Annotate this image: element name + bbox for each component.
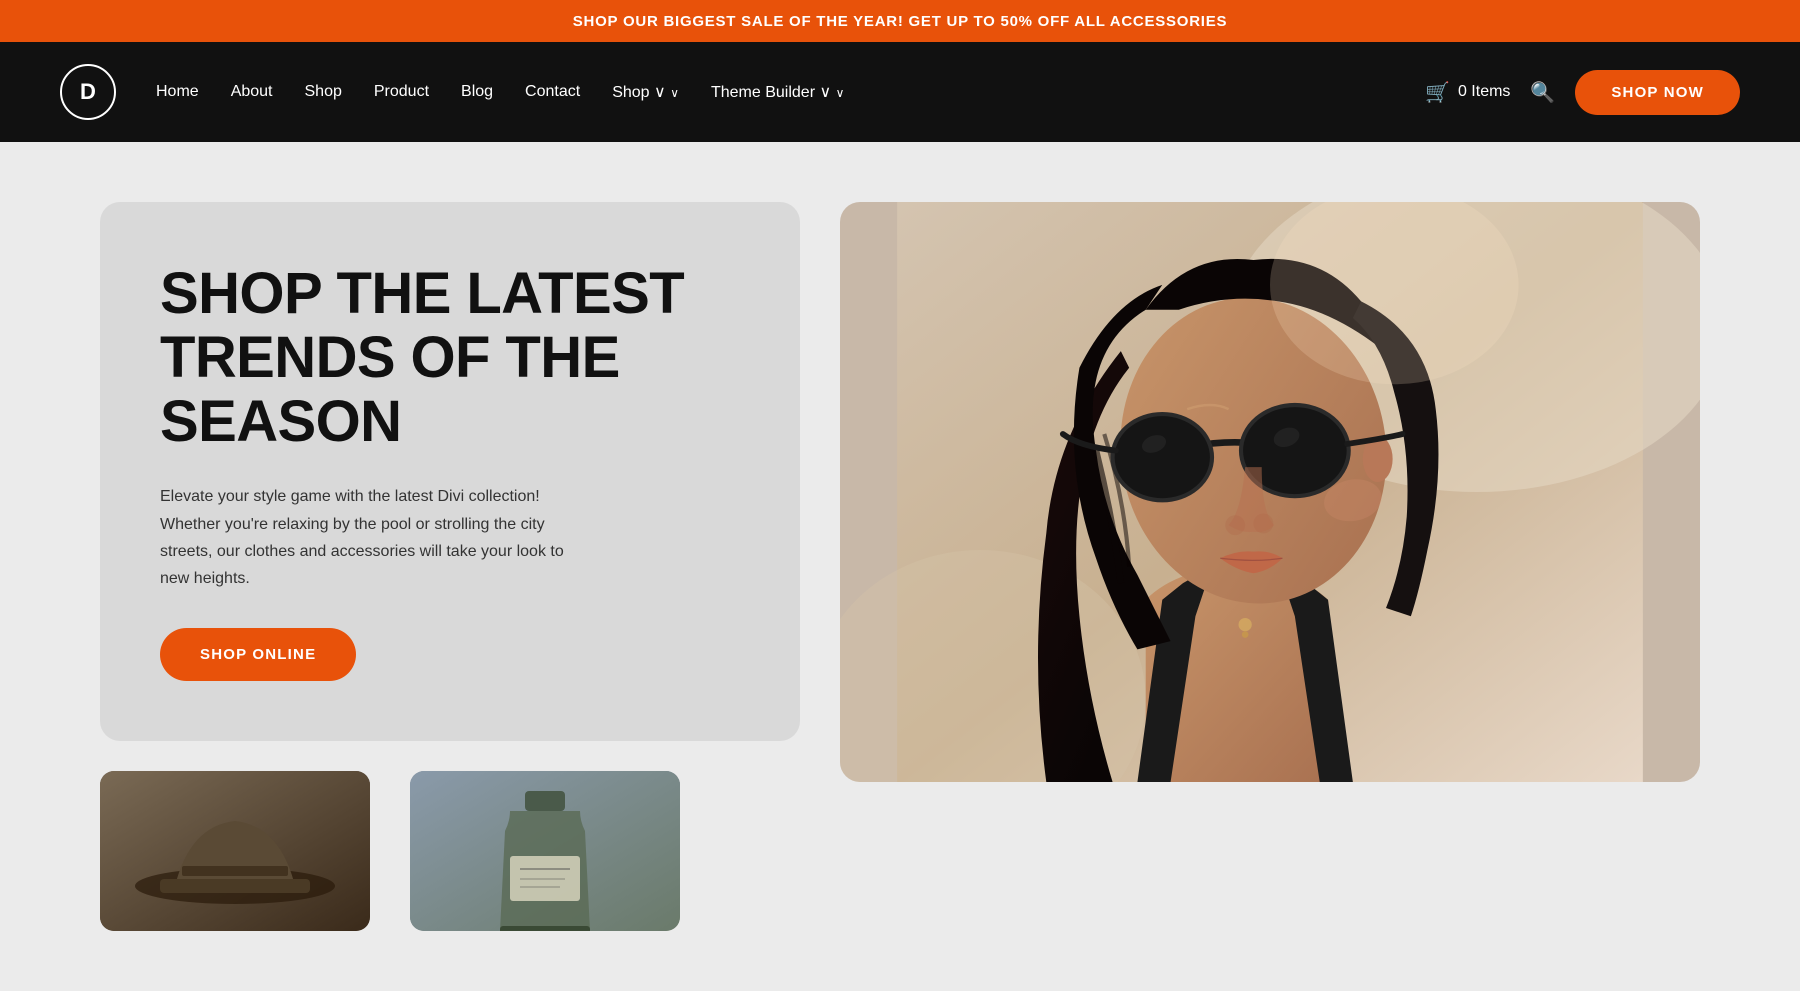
chevron-down-icon: ∨	[819, 84, 831, 101]
nav-item-blog[interactable]: Blog	[461, 83, 493, 101]
cart-count: 0 Items	[1458, 83, 1510, 101]
hero-image	[840, 202, 1700, 782]
shop-online-button[interactable]: SHOP ONLINE	[160, 628, 356, 681]
nav-links: Home About Shop Product Blog	[156, 82, 844, 102]
top-banner: SHOP OUR BIGGEST SALE OF THE YEAR! GET U…	[0, 0, 1800, 42]
nav-link-home[interactable]: Home	[156, 83, 199, 100]
thumbnail-bottle[interactable]	[410, 771, 680, 931]
logo-letter: D	[80, 79, 96, 105]
navbar-left: D Home About Shop Product	[60, 64, 844, 120]
bottom-thumbnails	[100, 771, 800, 931]
nav-item-about[interactable]: About	[231, 83, 273, 101]
hero-description: Elevate your style game with the latest …	[160, 483, 580, 592]
nav-item-theme-builder[interactable]: Theme Builder ∨	[711, 82, 844, 102]
nav-item-home[interactable]: Home	[156, 83, 199, 101]
site-logo[interactable]: D	[60, 64, 116, 120]
nav-link-blog[interactable]: Blog	[461, 83, 493, 100]
shop-now-button[interactable]: SHOP NOW	[1575, 70, 1740, 115]
nav-link-shop-dropdown[interactable]: Shop ∨	[612, 84, 679, 101]
hero-card: SHOP THE LATEST TRENDS OF THE SEASON Ele…	[100, 202, 800, 741]
main-content: SHOP THE LATEST TRENDS OF THE SEASON Ele…	[0, 142, 1800, 991]
hero-left: SHOP THE LATEST TRENDS OF THE SEASON Ele…	[100, 202, 800, 931]
banner-text: SHOP OUR BIGGEST SALE OF THE YEAR! GET U…	[573, 13, 1227, 30]
cart-icon: 🛒	[1425, 80, 1450, 105]
nav-link-product[interactable]: Product	[374, 83, 429, 100]
nav-link-contact[interactable]: Contact	[525, 83, 580, 100]
nav-item-contact[interactable]: Contact	[525, 83, 580, 101]
hero-title: SHOP THE LATEST TRENDS OF THE SEASON	[160, 262, 740, 453]
nav-link-shop[interactable]: Shop	[305, 83, 342, 100]
thumbnail-hat[interactable]	[100, 771, 370, 931]
navbar: D Home About Shop Product	[0, 42, 1800, 142]
nav-link-theme-builder[interactable]: Theme Builder ∨	[711, 84, 844, 101]
chevron-down-icon: ∨	[654, 84, 666, 101]
navbar-right: 🛒 0 Items 🔍 SHOP NOW	[1425, 70, 1740, 115]
search-icon[interactable]: 🔍	[1530, 80, 1555, 105]
nav-link-about[interactable]: About	[231, 83, 273, 100]
nav-item-product[interactable]: Product	[374, 83, 429, 101]
nav-item-shop-dropdown[interactable]: Shop ∨	[612, 82, 679, 102]
nav-item-shop[interactable]: Shop	[305, 83, 342, 101]
cart-area[interactable]: 🛒 0 Items	[1425, 80, 1510, 105]
